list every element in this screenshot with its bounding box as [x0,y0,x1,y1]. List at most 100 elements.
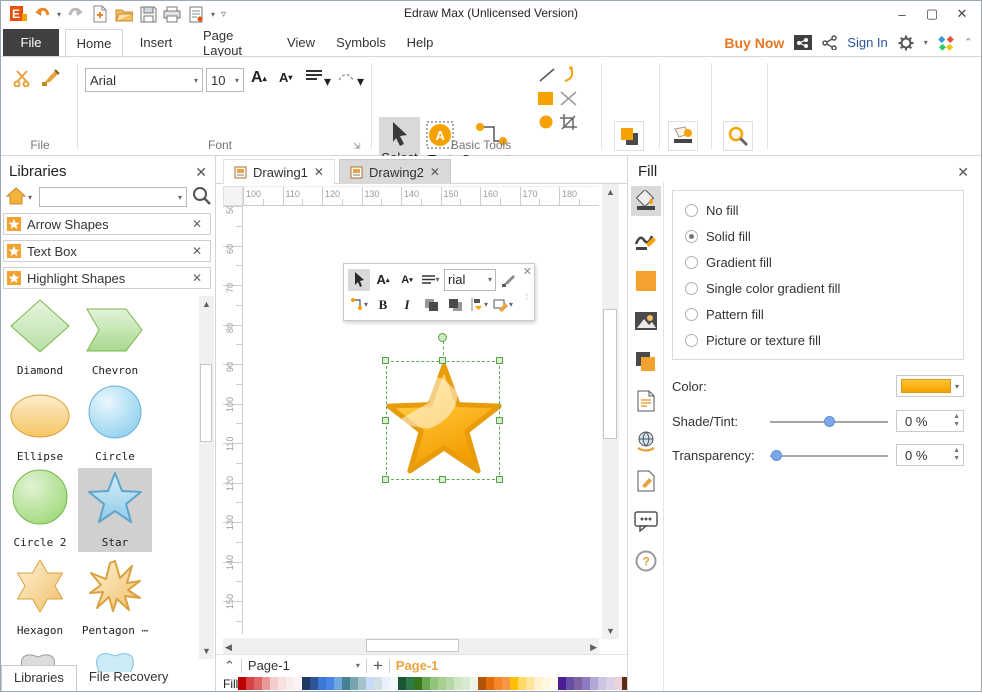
vscroll-thumb[interactable] [603,309,617,439]
line-tool-icon[interactable] [538,67,556,83]
shade-spin-down[interactable]: ▼ [953,421,960,429]
decrease-font-icon[interactable]: A▾ [279,70,292,85]
palette-swatch[interactable] [238,677,246,690]
add-page-button[interactable]: + [373,656,383,676]
document-tab-drawing1[interactable]: Drawing1✕ [223,159,335,184]
shape-item-circle[interactable]: Circle [78,382,152,466]
transparency-spinbox[interactable]: 0 %▲▼ [896,444,964,466]
document-tab-close-icon[interactable]: ✕ [314,165,324,179]
mini-align-shapes-icon[interactable]: ▾ [468,294,490,316]
tab-symbols[interactable]: Symbols [331,29,391,56]
search-icon[interactable] [192,186,212,206]
palette-swatch[interactable] [598,677,606,690]
panel-tab-file-recovery[interactable]: File Recovery [77,665,180,691]
palette-swatch[interactable] [358,677,366,690]
comment-icon[interactable] [631,506,661,536]
palette-swatch[interactable] [566,677,574,690]
tab-page-layout[interactable]: Page Layout [189,29,271,56]
library-home-dropdown[interactable]: ▾ [28,193,32,202]
shape-item-star[interactable]: Star [78,468,152,552]
palette-swatch[interactable] [558,677,566,690]
drawing-canvas[interactable]: ✕ ⁞ A▴ A▾ ▾ rial▾ ▾ B I ▾ ▾ [243,206,599,634]
page-select-dropdown[interactable]: ▾ [356,661,360,670]
palette-swatch[interactable] [382,677,390,690]
transparency-slider-thumb[interactable] [771,450,782,461]
arc-dropdown[interactable]: ▾ [357,73,364,90]
vertical-scrollbar[interactable]: ▲ ▼ [602,184,619,639]
fill-option-gradient-fill[interactable]: Gradient fill [685,255,772,270]
palette-swatch[interactable] [334,677,342,690]
vscroll-down-icon[interactable]: ▼ [602,626,619,636]
palette-swatch[interactable] [486,677,494,690]
cross-tool-icon[interactable] [560,91,577,106]
cut-icon[interactable] [13,69,33,87]
palette-swatch[interactable] [590,677,598,690]
tab-file[interactable]: File [3,29,59,56]
palette-swatch[interactable] [534,677,542,690]
tab-help[interactable]: Help [397,29,443,56]
share-icon[interactable] [822,35,837,50]
mini-style-pen-icon[interactable]: ▾ [492,294,514,316]
shape-item-circle2[interactable]: Circle 2 [3,468,77,552]
vscroll-up-icon[interactable]: ▲ [602,187,619,197]
palette-swatch[interactable] [278,677,286,690]
palette-swatch[interactable] [446,677,454,690]
shape-item-chevron[interactable]: Chevron [78,296,152,380]
line-style-icon[interactable] [631,226,661,256]
fill-option-picture-or-texture-fill[interactable]: Picture or texture fill [685,333,821,348]
resize-handle-sw[interactable] [382,476,389,483]
page-setup-icon[interactable] [631,386,661,416]
transparency-slider[interactable] [770,455,888,457]
mini-decrease-font[interactable]: A▾ [396,269,418,291]
palette-swatch[interactable] [326,677,334,690]
palette-swatch[interactable] [574,677,582,690]
increase-font-icon[interactable]: A▴ [251,69,267,87]
mini-format-painter-icon[interactable] [498,269,520,291]
palette-swatch[interactable] [478,677,486,690]
library-section-close-icon[interactable]: ✕ [192,217,202,231]
fill-bucket-icon[interactable] [631,186,661,216]
palette-swatch[interactable] [302,677,310,690]
minimize-button[interactable]: – [887,1,917,27]
palette-swatch[interactable] [270,677,278,690]
palette-swatch[interactable] [414,677,422,690]
resize-handle-e[interactable] [496,417,503,424]
font-dialog-launcher[interactable]: ⇲ [353,141,361,152]
mini-italic-button[interactable]: I [396,294,418,316]
palette-swatch[interactable] [462,677,470,690]
radio-button[interactable] [685,282,698,295]
shade-slider[interactable] [770,421,888,423]
mini-select-icon[interactable] [348,269,370,291]
resize-handle-n[interactable] [439,357,446,364]
screenshot-icon[interactable] [794,35,812,50]
ellipse-tool-icon[interactable] [538,115,554,130]
libraries-close-icon[interactable]: ✕ [195,164,207,181]
arc-tool-icon[interactable] [561,66,577,83]
scroll-down-icon[interactable]: ▼ [199,646,214,656]
rotation-handle[interactable] [438,333,447,342]
radio-button[interactable] [685,204,698,217]
palette-swatch[interactable] [510,677,518,690]
font-family-select[interactable]: Arial▾ [85,68,203,92]
mini-bring-forward-icon[interactable] [420,294,442,316]
page-select[interactable]: Page-1 [248,658,290,673]
palette-swatch[interactable] [406,677,414,690]
mini-increase-font[interactable]: A▴ [372,269,394,291]
palette-swatch[interactable] [454,677,462,690]
hscroll-right-icon[interactable]: ▶ [590,642,597,653]
mini-connector-icon[interactable]: ▾ [348,294,370,316]
palette-swatch[interactable] [294,677,302,690]
shape-item-diamond[interactable]: Diamond [3,296,77,380]
palette-swatch[interactable] [430,677,438,690]
resize-handle-w[interactable] [382,417,389,424]
shade-spinbox[interactable]: 0 %▲▼ [896,410,964,432]
shade-slider-thumb[interactable] [824,416,835,427]
crop-tool-icon[interactable] [560,114,577,130]
palette-swatch[interactable] [254,677,262,690]
hyperlink-globe-icon[interactable] [631,426,661,456]
document-tab-close-icon[interactable]: ✕ [430,165,440,179]
transparency-spin-up[interactable]: ▲ [953,447,960,455]
palette-swatch[interactable] [542,677,550,690]
shape-item-pentagon[interactable]: Pentagon ⋯ [78,556,152,640]
library-search-input[interactable]: ▾ [39,187,187,207]
